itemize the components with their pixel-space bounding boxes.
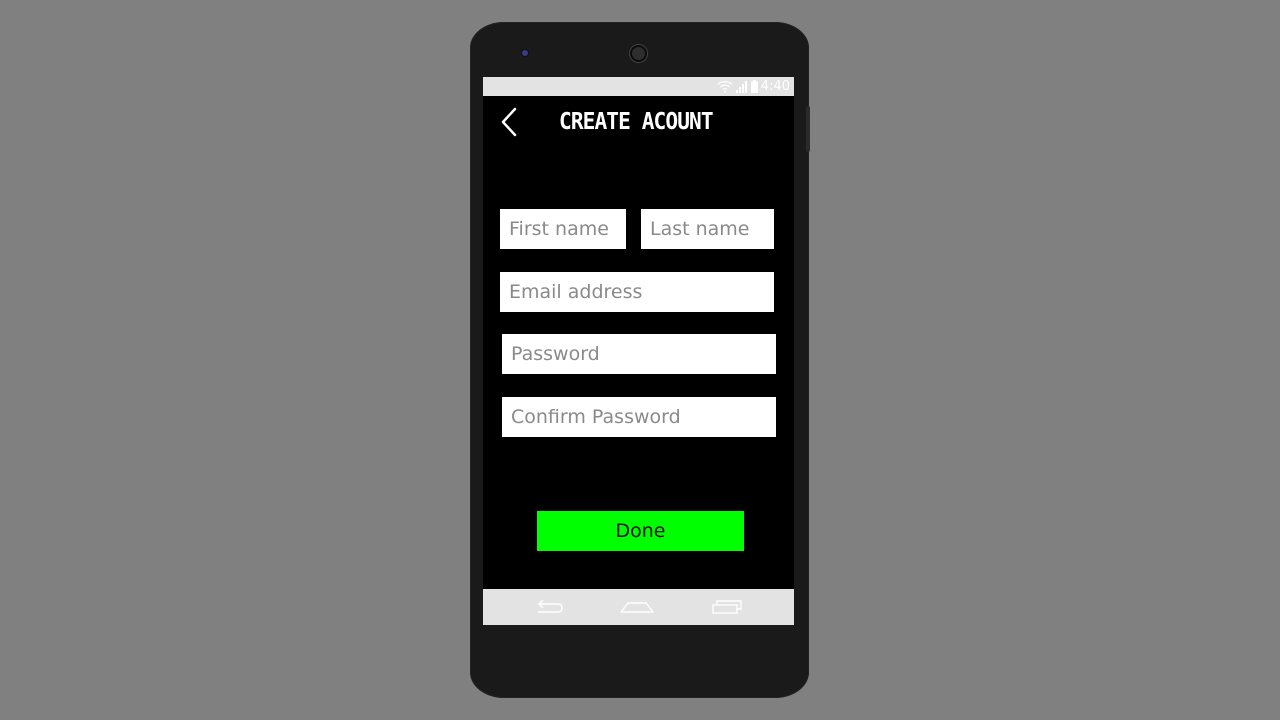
nav-recents-button[interactable] [709, 595, 745, 619]
signal-icon [735, 81, 747, 93]
battery-icon [750, 80, 758, 93]
back-nav-icon [538, 599, 563, 613]
navigation-bar [483, 589, 794, 625]
first-name-field[interactable] [500, 209, 626, 249]
status-icons: 4:40 [717, 79, 790, 94]
back-button[interactable] [497, 106, 523, 138]
done-button[interactable]: Done [537, 511, 744, 551]
front-sensor [522, 50, 528, 56]
email-field[interactable] [500, 272, 774, 312]
confirm-password-field[interactable] [502, 397, 776, 437]
home-nav-icon [620, 602, 654, 613]
password-field[interactable] [502, 334, 776, 374]
nav-home-button[interactable] [619, 595, 655, 619]
recents-nav-icon [712, 600, 742, 614]
status-time: 4:40 [760, 79, 790, 94]
nav-back-button[interactable] [530, 595, 566, 619]
front-camera [630, 45, 647, 62]
page-title: CREATE ACOUNT [559, 109, 714, 135]
app-bar: CREATE ACOUNT [483, 96, 794, 150]
chevron-left-icon [501, 107, 517, 137]
last-name-field[interactable] [641, 209, 774, 249]
phone-screen: 4:40 CREATE ACOUNT Done [483, 77, 794, 625]
status-bar: 4:40 [483, 77, 794, 96]
phone-side-button [806, 106, 810, 152]
wifi-icon [717, 80, 733, 93]
